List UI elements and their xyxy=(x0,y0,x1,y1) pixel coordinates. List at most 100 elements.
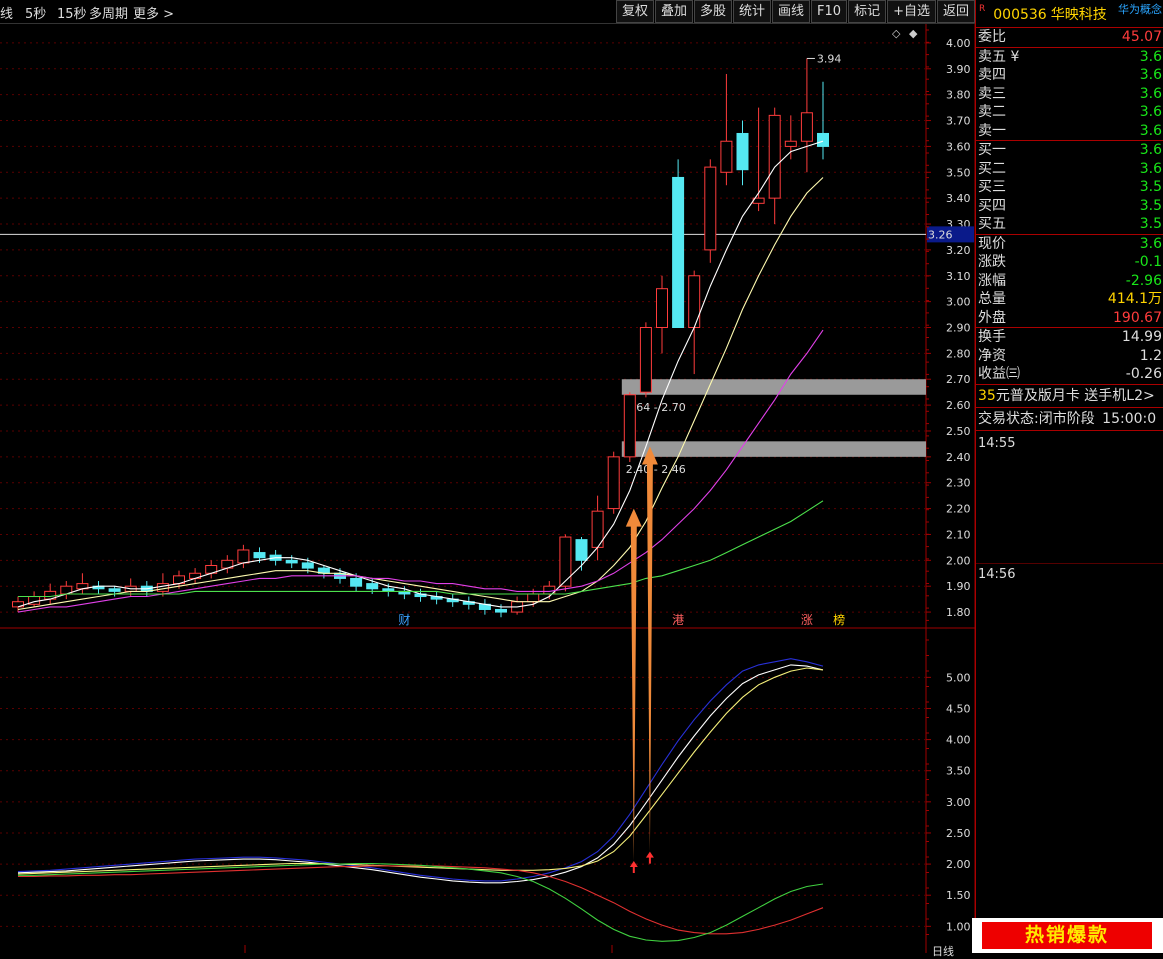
statistics-button[interactable]: 统计 xyxy=(733,0,772,23)
stock-name: 华映科技 xyxy=(1050,7,1107,23)
quote-row: 涨跌 -0.1 xyxy=(976,253,1163,272)
quote-row: 涨幅 -2.96 xyxy=(976,272,1163,291)
trade-status-label: 交易状态: xyxy=(978,410,1039,427)
candle xyxy=(672,159,685,328)
candle xyxy=(76,573,89,594)
candle xyxy=(559,534,572,592)
promo-text: 热销爆款 xyxy=(982,922,1152,949)
indicator-tick-label: 3.50 xyxy=(946,765,971,778)
price-tick-label: 1.90 xyxy=(946,580,971,593)
quote-label: 现价 xyxy=(978,235,1006,252)
quote-value: 3.6 xyxy=(1139,235,1162,252)
restore-rights-button[interactable]: 复权 xyxy=(615,0,654,23)
quote-label: 换手 xyxy=(978,329,1006,345)
candle xyxy=(382,583,395,597)
candle xyxy=(511,596,524,615)
diamond-filled-icon: ◆ xyxy=(909,27,918,40)
period-tab-more[interactable]: 更多 > xyxy=(133,3,174,22)
indicator-tick-label: 4.00 xyxy=(946,734,971,747)
quote-value: 3.5 xyxy=(1139,216,1162,232)
quote-row: 收益㈢ -0.26 xyxy=(976,365,1163,384)
buy-signal-marker xyxy=(645,851,654,864)
period-tab-15s[interactable]: 15秒 xyxy=(57,3,87,22)
kline-chart[interactable]: 4.003.903.803.703.603.503.403.303.203.10… xyxy=(0,0,975,953)
candle-body xyxy=(623,394,636,458)
trade-status-time: 15:00:0 xyxy=(1102,410,1157,427)
candle-body xyxy=(366,583,379,590)
quote-label: 卖五 ¥ xyxy=(978,48,1020,65)
candle-body xyxy=(639,327,652,393)
candle-body xyxy=(688,275,701,328)
period-tab-multi[interactable]: 多周期 xyxy=(89,3,128,22)
quote-label: 总量 xyxy=(978,291,1006,307)
quote-value: 3.6 xyxy=(1139,85,1162,102)
indicator-tick-label: 1.50 xyxy=(946,889,971,902)
price-tick-label: 2.40 xyxy=(946,451,971,464)
stock-ticker: R 000536 华映科技 xyxy=(979,4,1107,24)
quote-label: 卖三 xyxy=(978,85,1006,102)
candle xyxy=(639,322,652,398)
quote-value: 14.99 xyxy=(1121,329,1162,345)
concept-tag[interactable]: 华为概念 xyxy=(1118,1,1162,17)
tick-time-2: 14:56 xyxy=(978,566,1016,582)
candle xyxy=(688,270,701,375)
quote-value: -0.26 xyxy=(1125,366,1162,382)
price-tick-label: 3.80 xyxy=(946,89,971,102)
indicator-tick-label: 5.00 xyxy=(946,671,971,684)
candle-body xyxy=(350,577,363,587)
price-tick-label: 3.40 xyxy=(946,192,971,205)
overlay-button[interactable]: 叠加 xyxy=(654,0,693,23)
candle xyxy=(591,495,604,561)
promo-banner[interactable]: 热销爆款 xyxy=(972,918,1163,953)
f10-button[interactable]: F10 xyxy=(811,0,848,23)
tick-divider xyxy=(976,562,1163,564)
candle xyxy=(221,555,234,574)
ad-line[interactable]: 35元普及版月卡 送手机L2> xyxy=(976,383,1163,407)
price-tick-label: 2.80 xyxy=(946,347,971,360)
quote-row: 卖一 3.6 xyxy=(976,122,1163,141)
candle xyxy=(623,392,636,463)
quote-label: 卖四 xyxy=(978,67,1006,83)
ad-text: 元普及版月卡 送手机L2> xyxy=(995,387,1155,404)
candle xyxy=(414,588,427,602)
candle xyxy=(656,275,668,354)
candle-body xyxy=(575,539,588,561)
event-label: 财 xyxy=(398,613,410,627)
quote-value: 45.07 xyxy=(1121,29,1162,45)
quote-row: 卖三 3.6 xyxy=(976,85,1163,104)
trade-status-value: 闭市阶段 xyxy=(1038,410,1095,427)
candle-body xyxy=(108,588,121,592)
candle-body xyxy=(656,288,668,328)
candle xyxy=(768,107,781,225)
draw-line-button[interactable]: 画线 xyxy=(772,0,811,23)
candle xyxy=(784,115,797,160)
candle-body xyxy=(817,132,829,147)
indicator-tick-label: 4.50 xyxy=(946,702,971,715)
day-line-tab[interactable]: 日线 xyxy=(932,943,954,959)
candle xyxy=(60,581,73,600)
quote-value: 3.6 xyxy=(1139,48,1162,65)
back-button[interactable]: 返回 xyxy=(936,0,975,23)
buy-signal-marker xyxy=(629,860,638,873)
quote-label: 卖二 xyxy=(978,104,1006,120)
ma-long-line xyxy=(17,329,824,613)
quote-row: 买五 3.5 xyxy=(976,215,1163,234)
quote-row: 外盘 190.67 xyxy=(976,309,1163,328)
price-tick-label: 3.50 xyxy=(946,166,971,179)
quote-value: 3.5 xyxy=(1139,197,1162,214)
price-tick-label: 2.90 xyxy=(946,322,971,335)
add-watchlist-button[interactable]: +自选 xyxy=(887,0,936,23)
multi-stock-button[interactable]: 多股 xyxy=(693,0,732,23)
candle xyxy=(285,555,298,569)
candle-body xyxy=(301,562,314,569)
period-tab-line[interactable]: 线 xyxy=(0,3,13,22)
mark-button[interactable]: 标记 xyxy=(848,0,887,23)
price-tick-label: 1.80 xyxy=(946,606,971,619)
diamond-outline-icon: ◇ xyxy=(892,27,901,40)
price-tick-label: 3.00 xyxy=(946,296,971,309)
quote-value: -2.96 xyxy=(1125,272,1162,289)
quote-value: -0.1 xyxy=(1134,254,1162,270)
period-tab-5s[interactable]: 5秒 xyxy=(25,3,46,22)
candle-body xyxy=(800,112,813,142)
tick-list[interactable]: 14:55 14:56 xyxy=(976,431,1163,901)
